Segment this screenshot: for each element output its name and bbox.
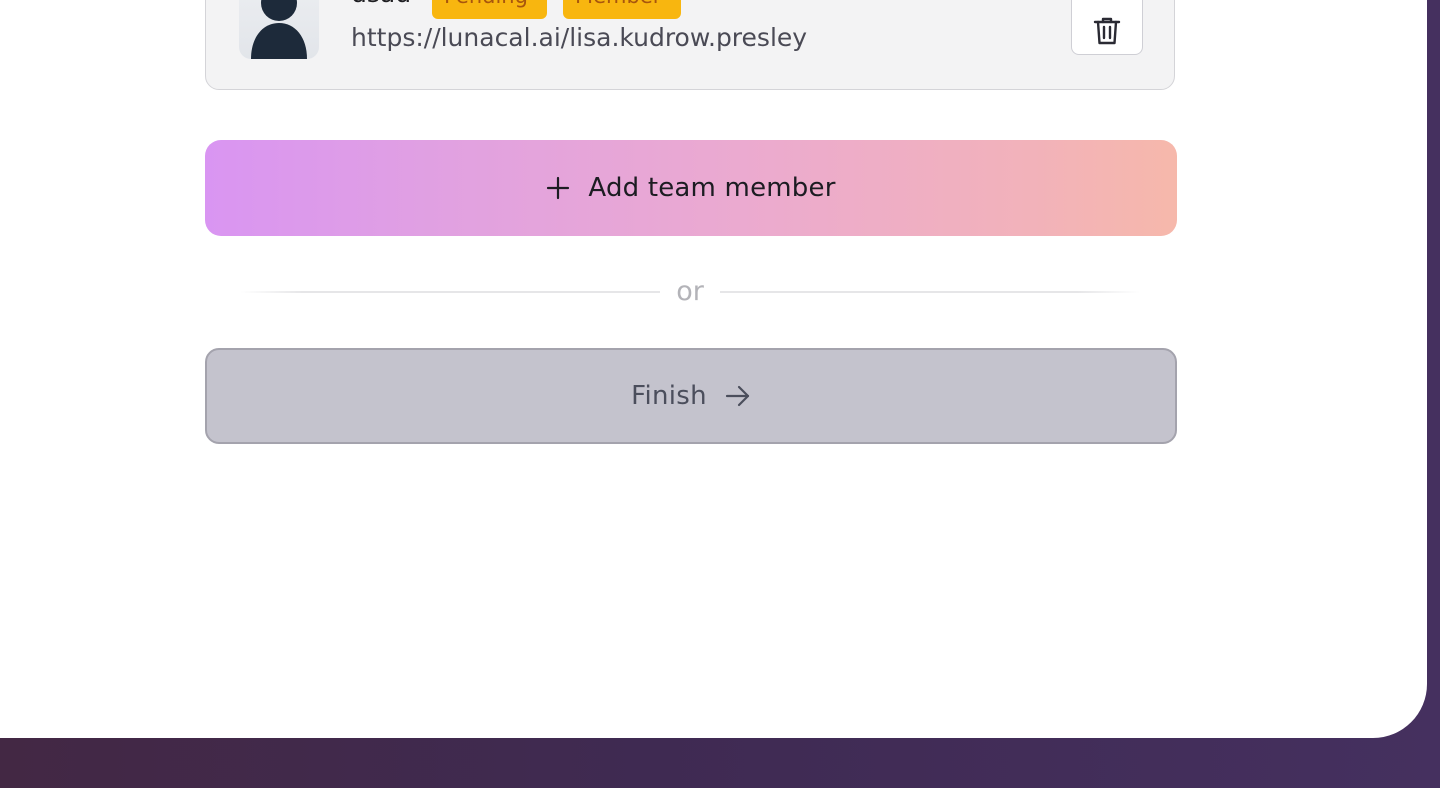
arrow-right-icon xyxy=(725,385,751,407)
status-badge: Pending xyxy=(432,0,547,19)
add-team-member-label: Add team member xyxy=(588,173,836,203)
user-silhouette-icon xyxy=(239,0,319,59)
finish-button[interactable]: Finish xyxy=(205,348,1177,444)
member-profile-url: https://lunacal.ai/lisa.kudrow.presley xyxy=(351,23,808,52)
divider-line-right xyxy=(719,291,1140,293)
divider-line-left xyxy=(240,291,661,293)
divider-text: or xyxy=(676,276,704,307)
team-member-card: dsad Pending Member https://lunacal.ai/l… xyxy=(205,0,1175,90)
add-team-member-button[interactable]: Add team member xyxy=(205,140,1177,236)
trash-icon xyxy=(1093,16,1121,46)
onboarding-panel: dsad Pending Member https://lunacal.ai/l… xyxy=(0,0,1427,738)
finish-label: Finish xyxy=(631,381,707,411)
member-name: dsad xyxy=(351,0,411,9)
or-divider: or xyxy=(240,268,1140,316)
member-avatar xyxy=(239,0,319,59)
role-badge: Member xyxy=(563,0,681,19)
delete-member-button[interactable] xyxy=(1071,0,1143,55)
plus-icon xyxy=(546,176,570,200)
